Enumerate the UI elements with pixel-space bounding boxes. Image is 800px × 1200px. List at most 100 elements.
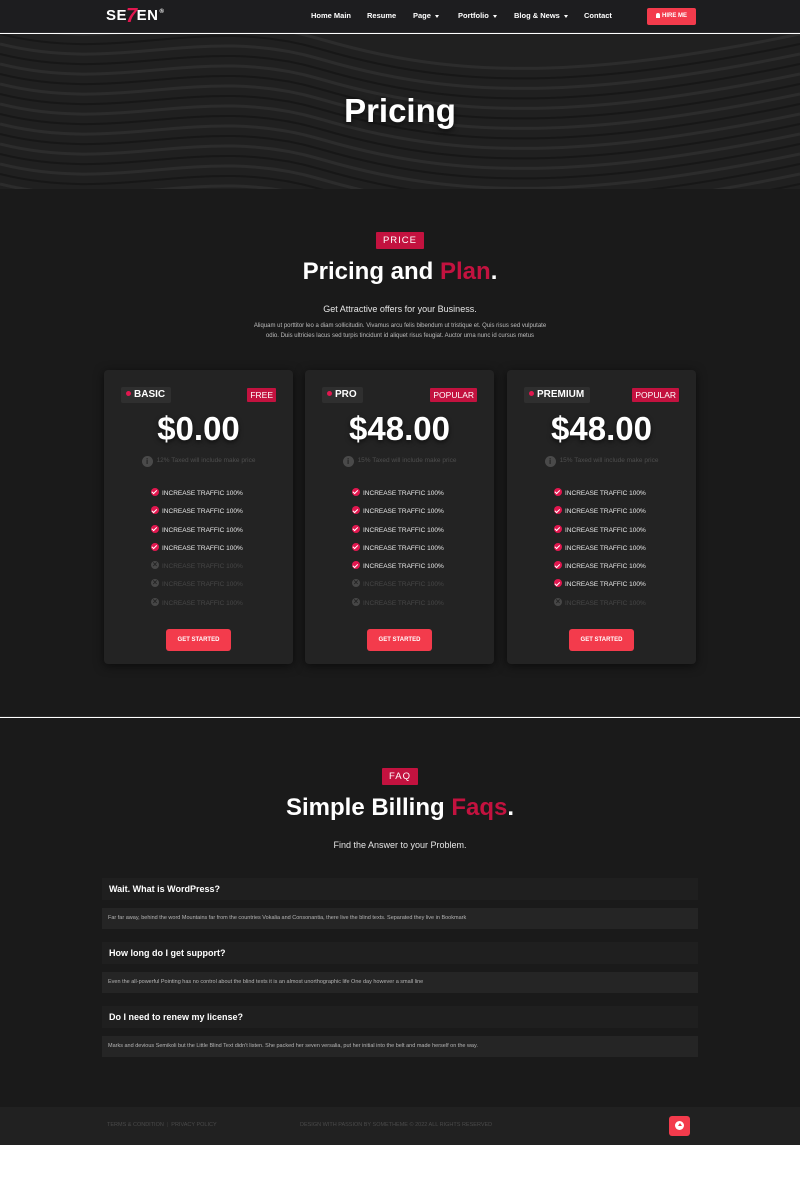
get-started-button[interactable]: GET STARTED (569, 629, 634, 651)
faq-question[interactable]: Do I need to renew my license? (102, 1006, 698, 1028)
tax-note: i 15% Taxed will include make price (507, 456, 696, 467)
plan-tag: FREE (247, 388, 276, 402)
feature-item-disabled: INCREASE TRAFFIC 100% (151, 578, 281, 597)
footer: TERMS & CONDITION | PRIVACY POLICY DESIGN … (0, 1107, 800, 1145)
chevron-down-icon (492, 14, 497, 18)
feature-item: INCREASE TRAFFIC 100% (554, 506, 684, 524)
terms-link[interactable]: TERMS & CONDITION (107, 1122, 164, 1128)
feature-item-disabled: INCREASE TRAFFIC 100% (352, 597, 482, 616)
faq-answer: Far far away, behind the word Mountains … (102, 908, 698, 929)
check-circle-icon (554, 542, 562, 551)
faq-subtitle: Find the Answer to your Problem. (333, 840, 467, 850)
pricing-title: Pricing and Plan. (302, 258, 498, 285)
feature-item: INCREASE TRAFFIC 100% (352, 542, 482, 561)
x-circle-icon (352, 597, 360, 606)
nav-item-portfolio[interactable]: Portfolio (458, 11, 497, 20)
feature-list: INCREASE TRAFFIC 100% INCREASE TRAFFIC 1… (151, 488, 281, 616)
check-circle-icon (554, 488, 562, 496)
faq-answer: Even the all-powerful Pointing has no co… (102, 972, 698, 993)
check-circle-icon (151, 524, 159, 533)
check-circle-icon (554, 579, 562, 588)
faq-title: Simple Billing Faqs. (285, 794, 515, 821)
check-circle-icon (554, 561, 562, 570)
plan-price: $48.00 (349, 410, 450, 447)
faq-section: FAQ Simple Billing Faqs. Find the Answer… (0, 718, 800, 1107)
feature-item: INCREASE TRAFFIC 100% (151, 488, 281, 506)
x-circle-icon (554, 597, 562, 606)
navbar: SE7EN® Home Main Resume Page Portfolio B… (0, 0, 800, 33)
info-icon: i (544, 456, 556, 467)
bell-icon (655, 13, 660, 18)
check-circle-icon (151, 542, 159, 551)
check-circle-icon (352, 542, 360, 551)
faq-question[interactable]: How long do I get support? (102, 942, 698, 964)
check-circle-icon (554, 506, 562, 515)
hire-me-button[interactable]: HIRE ME (647, 8, 696, 25)
feature-item: INCREASE TRAFFIC 100% (352, 488, 482, 506)
info-icon: i (342, 456, 354, 467)
feature-item-disabled: INCREASE TRAFFIC 100% (352, 578, 482, 597)
feature-list: INCREASE TRAFFIC 100% INCREASE TRAFFIC 1… (352, 488, 482, 616)
feature-item: INCREASE TRAFFIC 100% (554, 524, 684, 543)
feature-item: INCREASE TRAFFIC 100% (151, 524, 281, 543)
tax-note: i 12% Taxed will include make price (104, 456, 293, 467)
pricing-card-premium: PREMIUM POPULAR $48.00 i 15% Taxed will i… (507, 370, 696, 664)
section-badge-faq: FAQ (382, 768, 418, 785)
feature-item: INCREASE TRAFFIC 100% (554, 488, 684, 506)
x-circle-icon (352, 578, 360, 588)
feature-item-disabled: INCREASE TRAFFIC 100% (151, 597, 281, 616)
nav-item-page[interactable]: Page (413, 11, 439, 20)
nav-item-home-main[interactable]: Home Main (311, 11, 351, 20)
feature-item: INCREASE TRAFFIC 100% (151, 542, 281, 561)
nav-item-resume[interactable]: Resume (367, 11, 396, 20)
dot-icon (529, 391, 534, 396)
plan-tag: POPULAR (632, 388, 679, 402)
chevron-down-icon (563, 14, 568, 18)
x-circle-icon (151, 597, 159, 606)
section-badge-price: PRICE (376, 232, 424, 249)
tax-note: i 15% Taxed will include make price (305, 456, 494, 467)
check-circle-icon (352, 524, 360, 533)
plan-tag: POPULAR (430, 388, 477, 402)
copyright-text: DESIGN WITH PASSION BY SOMETHEME © 2022 … (300, 1122, 493, 1128)
check-circle-icon (151, 506, 159, 515)
feature-item: INCREASE TRAFFIC 100% (554, 542, 684, 561)
feature-item: INCREASE TRAFFIC 100% (352, 561, 482, 579)
get-started-button[interactable]: GET STARTED (166, 629, 231, 651)
feature-item-disabled: INCREASE TRAFFIC 100% (151, 560, 281, 579)
privacy-link[interactable]: PRIVACY POLICY (171, 1122, 216, 1128)
check-circle-icon (554, 524, 562, 533)
feature-item: INCREASE TRAFFIC 100% (554, 579, 684, 597)
feature-item-disabled: INCREASE TRAFFIC 100% (554, 597, 684, 616)
info-icon: i (141, 456, 153, 467)
feature-item: INCREASE TRAFFIC 100% (554, 561, 684, 579)
nav-item-blog-news[interactable]: Blog & News (514, 11, 568, 20)
plan-name: PREMIUM (524, 387, 591, 403)
chevron-down-icon (434, 14, 439, 18)
dot-icon (327, 391, 332, 396)
plan-name: BASIC (121, 387, 172, 403)
feature-item: INCREASE TRAFFIC 100% (151, 506, 281, 524)
plan-price: $0.00 (157, 410, 240, 447)
feature-item: INCREASE TRAFFIC 100% (352, 506, 482, 524)
pricing-card-pro: PRO POPULAR $48.00 i 15% Taxed will inclu… (305, 370, 494, 664)
hire-me-label: HIRE ME (661, 13, 687, 19)
check-circle-icon (352, 561, 360, 570)
feature-item: INCREASE TRAFFIC 100% (352, 524, 482, 543)
plan-price: $48.00 (551, 410, 652, 447)
pricing-card-basic: BASIC FREE $0.00 i 12% Taxed will include… (104, 370, 293, 664)
get-started-button[interactable]: GET STARTED (367, 629, 432, 651)
dot-icon (126, 391, 131, 396)
divider: | (166, 1122, 169, 1128)
arrow-up-circle-icon (675, 1121, 684, 1130)
pricing-description: Aliquam ut porttitor leo a diam sollicit… (253, 323, 547, 339)
x-circle-icon (151, 560, 159, 570)
pricing-subtitle: Get Attractive offers for your Business. (323, 304, 477, 314)
back-to-top-button[interactable] (669, 1116, 690, 1136)
feature-list: INCREASE TRAFFIC 100% INCREASE TRAFFIC 1… (554, 488, 684, 616)
check-circle-icon (151, 488, 159, 496)
x-circle-icon (151, 578, 159, 588)
faq-question[interactable]: Wait. What is WordPress? (102, 878, 698, 900)
nav-item-contact[interactable]: Contact (584, 11, 612, 20)
faq-answer: Marks and devious Semikoli but the Littl… (102, 1036, 698, 1057)
